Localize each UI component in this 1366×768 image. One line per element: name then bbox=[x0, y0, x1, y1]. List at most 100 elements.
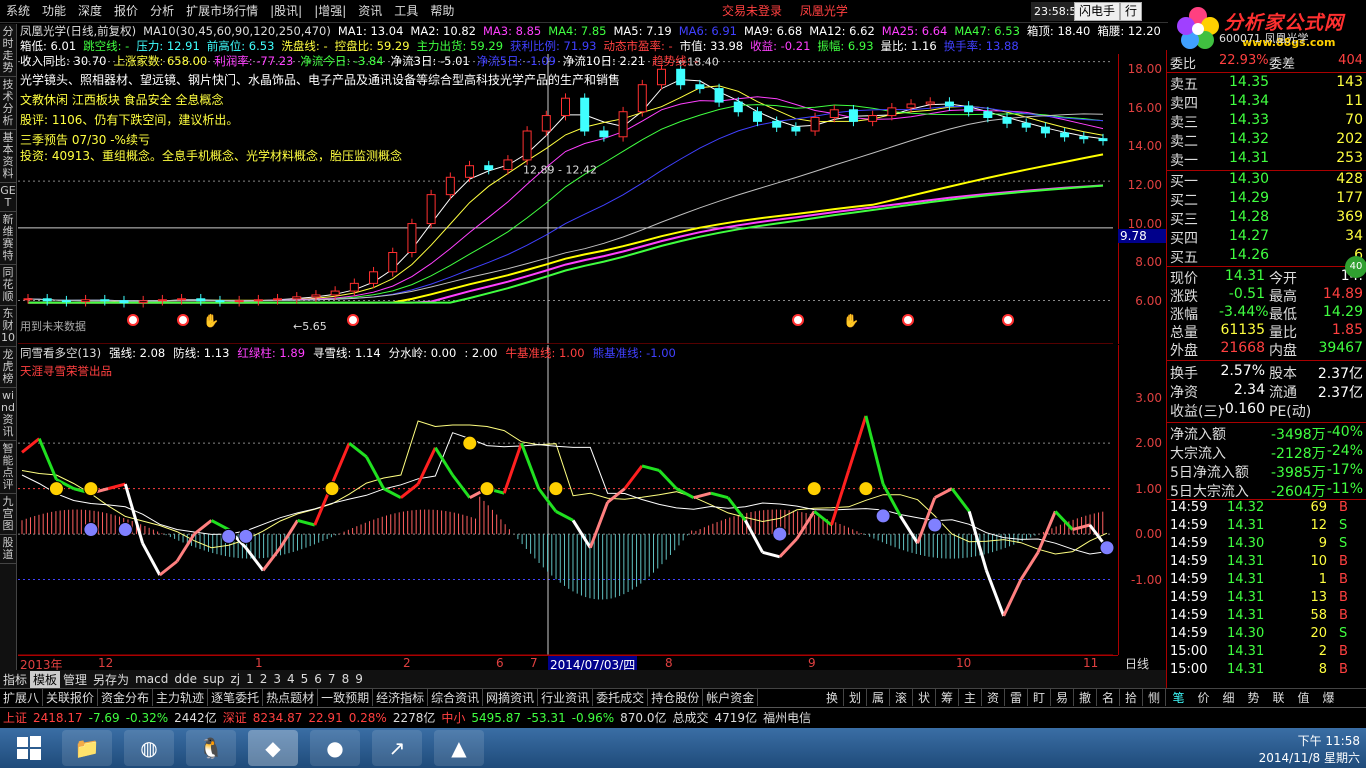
ext-right-tab-8[interactable]: 雷 bbox=[1005, 689, 1028, 706]
indicator-tab-11[interactable]: 4 bbox=[284, 672, 298, 686]
ext-tab-6[interactable]: 一致预期 bbox=[318, 689, 374, 706]
indicator-tab-15[interactable]: 8 bbox=[339, 672, 353, 686]
ext-tab-3[interactable]: 主力轨迹 bbox=[153, 689, 209, 706]
indicator-tab-14[interactable]: 7 bbox=[325, 672, 339, 686]
menu-item-2[interactable]: 深度 bbox=[72, 0, 108, 22]
indicator-tab-6[interactable]: sup bbox=[200, 672, 227, 686]
indicator-tab-4[interactable]: macd bbox=[132, 672, 171, 686]
indicator-tab-9[interactable]: 2 bbox=[257, 672, 271, 686]
buy-level[interactable]: 买五 14.26 6 bbox=[1167, 247, 1366, 266]
sell-level[interactable]: 卖四 14.34 11 bbox=[1167, 93, 1366, 112]
left-tab-3[interactable]: GET bbox=[0, 183, 16, 212]
left-tab-5[interactable]: 同花顺 bbox=[0, 265, 16, 306]
sell-level[interactable]: 卖一 14.31 253 bbox=[1167, 150, 1366, 169]
indicator-tab-10[interactable]: 3 bbox=[270, 672, 284, 686]
ext-right-tab-12[interactable]: 名 bbox=[1097, 689, 1120, 706]
ext-right-tab-5[interactable]: 筹 bbox=[936, 689, 959, 706]
stock-app-taskbar-icon[interactable]: ◆ bbox=[248, 730, 298, 766]
menu-item-3[interactable]: 报价 bbox=[108, 0, 144, 22]
indicator-tab-16[interactable]: 9 bbox=[352, 672, 366, 686]
menu-item-1[interactable]: 功能 bbox=[36, 0, 72, 22]
right-tab-0[interactable]: 笔 bbox=[1166, 689, 1191, 706]
ext-tab-12[interactable]: 持仓股份 bbox=[648, 689, 704, 706]
right-tab-1[interactable]: 价 bbox=[1191, 689, 1216, 706]
indicator-tab-13[interactable]: 6 bbox=[311, 672, 325, 686]
menu-item-6[interactable]: |股讯| bbox=[264, 0, 308, 22]
ext-tab-1[interactable]: 关联报价 bbox=[43, 689, 99, 706]
quote-button[interactable]: 行 bbox=[1120, 2, 1143, 21]
left-tab-4[interactable]: 新维赛特 bbox=[0, 212, 16, 265]
float-badge[interactable]: 40 bbox=[1345, 256, 1366, 278]
login-status[interactable]: 交易未登录 bbox=[722, 4, 782, 18]
ext-right-tab-10[interactable]: 易 bbox=[1051, 689, 1074, 706]
left-tab-9[interactable]: 智能点评 bbox=[0, 441, 16, 494]
menu-item-10[interactable]: 帮助 bbox=[424, 0, 460, 22]
menu-item-5[interactable]: 扩展市场行情 bbox=[180, 0, 264, 22]
menu-item-9[interactable]: 工具 bbox=[388, 0, 424, 22]
media-taskbar-icon[interactable]: ◍ bbox=[124, 730, 174, 766]
indicator-tab-0[interactable]: 指标 bbox=[0, 671, 30, 688]
left-tab-7[interactable]: 龙虎榜 bbox=[0, 347, 16, 388]
indicator-tab-5[interactable]: dde bbox=[171, 672, 200, 686]
right-tab-2[interactable]: 细 bbox=[1216, 689, 1241, 706]
indicator-tab-7[interactable]: zj bbox=[227, 672, 243, 686]
ext-right-tab-4[interactable]: 状 bbox=[913, 689, 936, 706]
ext-right-tab-6[interactable]: 主 bbox=[959, 689, 982, 706]
buy-level[interactable]: 买四 14.27 34 bbox=[1167, 228, 1366, 247]
browser-taskbar-icon[interactable]: ● bbox=[310, 730, 360, 766]
ext-right-tab-9[interactable]: 盯 bbox=[1028, 689, 1051, 706]
ext-right-tab-1[interactable]: 划 bbox=[844, 689, 867, 706]
indicator-tab-12[interactable]: 5 bbox=[298, 672, 312, 686]
left-tab-10[interactable]: 九宫图 bbox=[0, 494, 16, 535]
flash-trade-button[interactable]: 闪电手 bbox=[1074, 2, 1121, 21]
buy-level[interactable]: 买一 14.30 428 bbox=[1167, 171, 1366, 190]
ext-tab-10[interactable]: 行业资讯 bbox=[538, 689, 594, 706]
menu-item-8[interactable]: 资讯 bbox=[352, 0, 388, 22]
chart-app-taskbar-icon[interactable]: ↗ bbox=[372, 730, 422, 766]
indicator-tab-3[interactable]: 另存为 bbox=[90, 671, 132, 688]
ext-tab-9[interactable]: 网摘资讯 bbox=[483, 689, 539, 706]
start-button[interactable] bbox=[4, 730, 54, 766]
ext-tab-2[interactable]: 资金分布 bbox=[98, 689, 154, 706]
left-tab-1[interactable]: 技术分析 bbox=[0, 77, 16, 130]
taskbar-clock[interactable]: 下午 11:58 2014/11/8 星期六 bbox=[1250, 732, 1360, 766]
ext-tab-7[interactable]: 经济指标 bbox=[373, 689, 429, 706]
ext-right-tab-7[interactable]: 资 bbox=[982, 689, 1005, 706]
indicator-tab-2[interactable]: 管理 bbox=[60, 671, 90, 688]
sell-level[interactable]: 卖五 14.35 143 bbox=[1167, 74, 1366, 93]
ext-tab-11[interactable]: 委托成交 bbox=[593, 689, 649, 706]
sell-level[interactable]: 卖三 14.33 70 bbox=[1167, 112, 1366, 131]
left-tab-6[interactable]: 东财10 bbox=[0, 306, 16, 347]
indicator-tab-1[interactable]: 模板 bbox=[30, 670, 61, 688]
explorer-taskbar-icon[interactable]: 📁 bbox=[62, 730, 112, 766]
sell-level[interactable]: 卖二 14.32 202 bbox=[1167, 131, 1366, 150]
app-taskbar-icon[interactable]: ▲ bbox=[434, 730, 484, 766]
right-tab-5[interactable]: 值 bbox=[1291, 689, 1316, 706]
ext-tab-0[interactable]: 扩展八 bbox=[0, 689, 44, 706]
left-tab-0[interactable]: 分时走势 bbox=[0, 24, 16, 77]
indicator-tab-8[interactable]: 1 bbox=[243, 672, 257, 686]
ext-tab-4[interactable]: 逐笔委托 bbox=[208, 689, 264, 706]
ext-tab-8[interactable]: 综合资讯 bbox=[428, 689, 484, 706]
right-tab-3[interactable]: 势 bbox=[1241, 689, 1266, 706]
ext-right-tab-13[interactable]: 拾 bbox=[1120, 689, 1143, 706]
right-tab-6[interactable]: 爆 bbox=[1316, 689, 1341, 706]
left-tab-8[interactable]: wind资讯 bbox=[0, 388, 16, 441]
menu-item-4[interactable]: 分析 bbox=[144, 0, 180, 22]
ext-right-tab-3[interactable]: 滚 bbox=[890, 689, 913, 706]
menu-item-0[interactable]: 系统 bbox=[0, 0, 36, 22]
menu-item-7[interactable]: |增强| bbox=[308, 0, 352, 22]
ext-tab-13[interactable]: 帐户资金 bbox=[703, 689, 759, 706]
ext-right-tab-14[interactable]: 恻 bbox=[1143, 689, 1166, 706]
buy-level[interactable]: 买二 14.29 177 bbox=[1167, 190, 1366, 209]
left-tab-2[interactable]: 基本资料 bbox=[0, 130, 16, 183]
ext-right-tab-11[interactable]: 撤 bbox=[1074, 689, 1097, 706]
right-tab-4[interactable]: 联 bbox=[1266, 689, 1291, 706]
qq-taskbar-icon[interactable]: 🐧 bbox=[186, 730, 236, 766]
buy-level[interactable]: 买三 14.28 369 bbox=[1167, 209, 1366, 228]
left-tab-11[interactable]: 股道 bbox=[0, 535, 16, 564]
ext-tab-5[interactable]: 热点题材 bbox=[263, 689, 319, 706]
ext-right-tab-0[interactable]: 换 bbox=[821, 689, 844, 706]
ext-right-tab-2[interactable]: 属 bbox=[867, 689, 890, 706]
indicator-chart[interactable] bbox=[18, 345, 1118, 655]
